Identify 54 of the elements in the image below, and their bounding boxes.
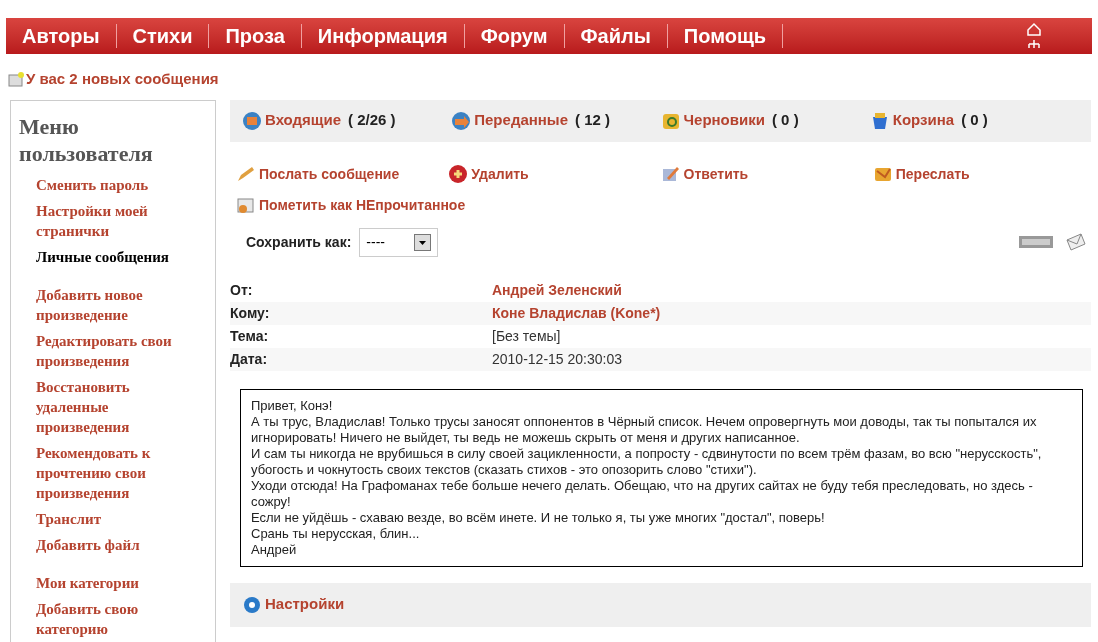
pencil-paper-icon [660, 165, 681, 183]
sidebar-item[interactable]: Настройки моей странички [36, 200, 196, 241]
pencil-icon [236, 165, 256, 183]
nav-link[interactable]: Проза [209, 21, 301, 51]
folder-tab[interactable]: Корзина ( 0 ) [869, 109, 1079, 132]
delete-icon [448, 164, 469, 184]
new-messages-link[interactable]: У вас 2 новых сообщения [26, 68, 219, 91]
field-label: Кому: [230, 303, 271, 323]
sidebar-title: Меню пользователя [19, 112, 154, 167]
message-text: Привет, Конэ! [251, 397, 334, 414]
print-icon[interactable] [1019, 236, 1053, 248]
sidebar-item[interactable]: Восстановить удаленные произведения [36, 376, 196, 437]
sidebar-item[interactable]: Сменить пароль [36, 174, 196, 195]
message-text: Если не уйдёшь - схаваю везде, во всём инете. И не только я, ты уже многих "достал", поверь! [251, 509, 826, 526]
folder-tab[interactable]: Входящие ( 2/26 ) [242, 109, 452, 132]
field-link[interactable]: Андрей Зеленский [492, 279, 622, 301]
sidebar-item[interactable]: Транслит [36, 508, 196, 529]
message-text: Андрей [251, 541, 298, 558]
message-text: И сам ты никогда не врубишься в силу своей зацикленности, а попросту - сдвинутости по всем трём фазам, во всю "нерусскость", убогость и чокнутость своих текстов (сказать стихов - это опозорить слово "стихи"). [251, 445, 1043, 478]
sidebar-item[interactable]: Рекомендовать к прочтению свои произведения [36, 442, 196, 503]
gear-icon [242, 594, 262, 615]
save-as-label: Сохранить как: [246, 232, 352, 252]
folder-tab[interactable]: Черновики ( 0 ) [660, 109, 870, 132]
folder-tab[interactable]: Переданные ( 12 ) [451, 109, 661, 132]
action-link[interactable]: Переслать [872, 163, 1085, 185]
nav-link[interactable]: Помощь [667, 21, 783, 51]
sidebar-item[interactable]: Добавить файл [36, 534, 196, 555]
field-link[interactable]: Коне Владислав (Kone*) [492, 302, 661, 324]
sidebar-item[interactable]: Добавить новое произведение [36, 284, 196, 325]
field-value: [Без темы] [492, 326, 561, 346]
dropdown-caret-icon [414, 233, 432, 251]
action-link[interactable]: Послать сообщение [236, 163, 449, 185]
nav-link[interactable]: Форум [464, 21, 564, 51]
message-text: Срань ты нерусская, блин... [251, 525, 421, 542]
nav-link[interactable]: Файлы [564, 21, 667, 51]
field-label: Дата: [230, 349, 269, 369]
sidebar-item[interactable]: Добавить свою категорию [36, 598, 196, 639]
action-link[interactable]: Удалить [448, 163, 661, 185]
nav-link[interactable]: Информация [301, 21, 464, 51]
message-text: А ты трус, Владислав! Только трусы заносят оппонентов в Чёрный список. Нечем опровергнуть мои доводы, так ты попытался их игнорировать! Ничего не выйдет, ты ведь не можешь скрыть от меня и других написанное. [251, 413, 1038, 446]
sidebar-item[interactable]: Личные сообщения [36, 246, 196, 267]
sidebar-item[interactable]: Мои категории [36, 572, 196, 593]
sidebar-item[interactable]: Редактировать свои произведения [36, 330, 196, 371]
home-icon[interactable] [1026, 22, 1042, 50]
message-text: Уходи отсюда! На Графоманах тебе больше нечего делать. Обещаю, что на других сайтах не буду тебя преследовать, но здесь - сожру! [251, 477, 1034, 510]
save-as-dropdown[interactable]: ---- [359, 227, 439, 257]
settings-link[interactable]: Настройки [242, 593, 345, 616]
nav-link[interactable]: Авторы [6, 21, 116, 51]
field-label: От: [230, 280, 254, 300]
field-value: 2010-12-15 20:30:03 [492, 349, 622, 369]
nav-link[interactable]: Стихи [116, 21, 209, 51]
field-label: Тема: [230, 326, 270, 346]
action-link[interactable]: Пометить как НЕпрочитанное [236, 194, 1085, 216]
action-link[interactable]: Ответить [660, 163, 873, 185]
